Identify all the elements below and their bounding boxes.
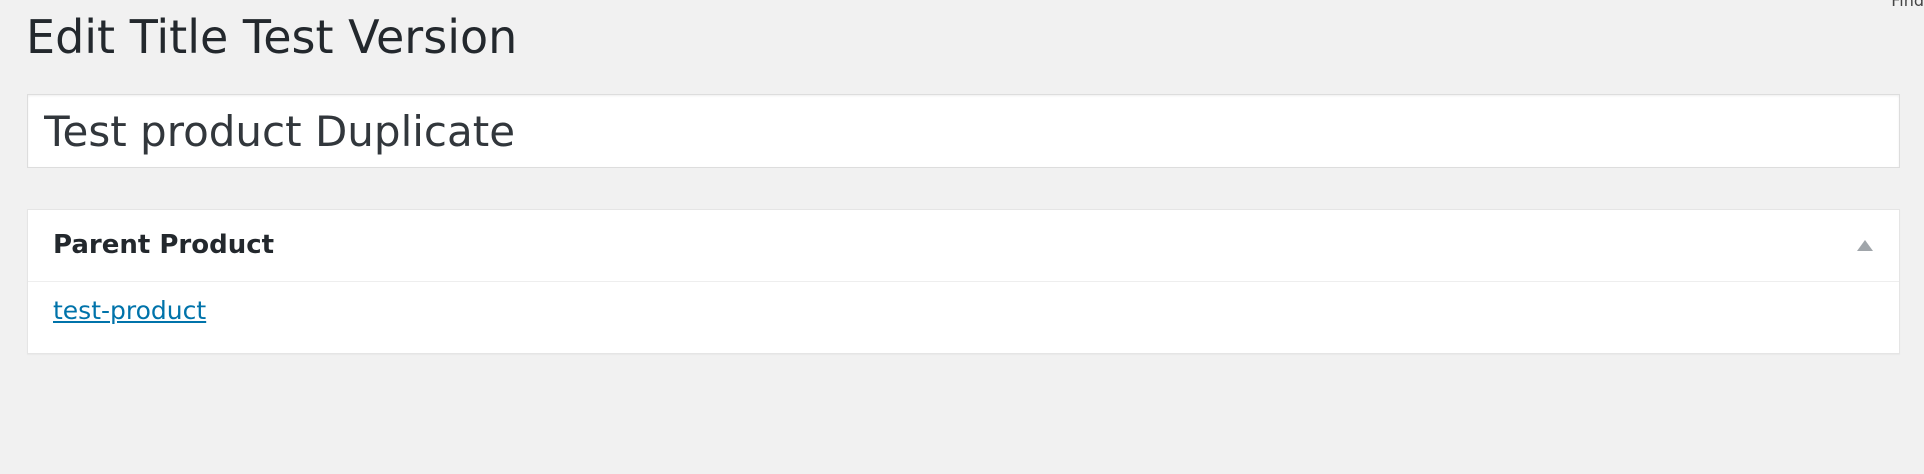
find-link[interactable]: Find	[1891, 0, 1924, 10]
triangle-up-icon[interactable]	[1857, 240, 1873, 251]
metabox-content: test-product	[53, 296, 206, 325]
title-input[interactable]	[27, 94, 1900, 168]
parent-product-link[interactable]: test-product	[53, 296, 206, 325]
parent-product-metabox: Parent Product test-product	[27, 209, 1900, 354]
page-title: Edit Title Test Version	[26, 10, 518, 64]
metabox-header[interactable]: Parent Product	[28, 210, 1899, 282]
metabox-title: Parent Product	[53, 230, 275, 260]
